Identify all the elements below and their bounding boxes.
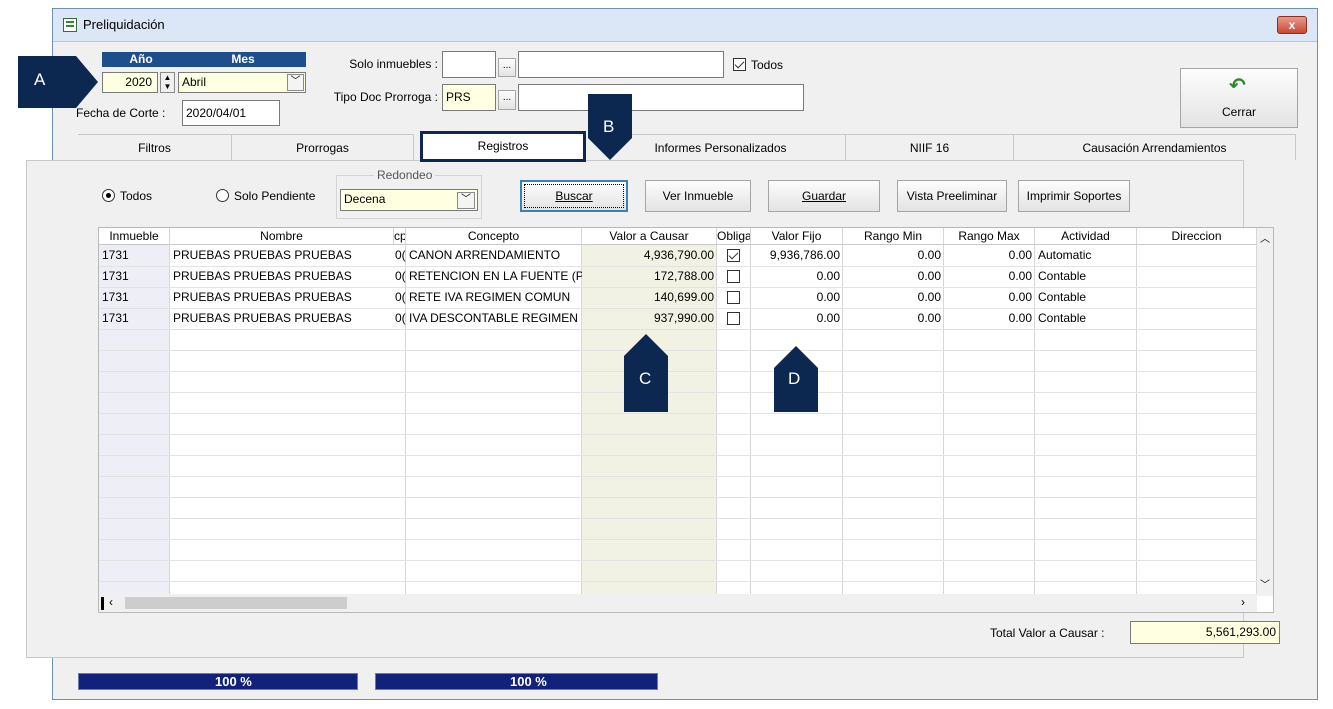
- marker-c-label: C: [639, 369, 652, 388]
- marker-d-label: D: [788, 369, 801, 388]
- marker-a-label: A: [34, 70, 46, 89]
- marker-b-label: B: [603, 117, 615, 136]
- annotation-markers: [18, 56, 818, 412]
- marker-a-shape: [18, 56, 98, 108]
